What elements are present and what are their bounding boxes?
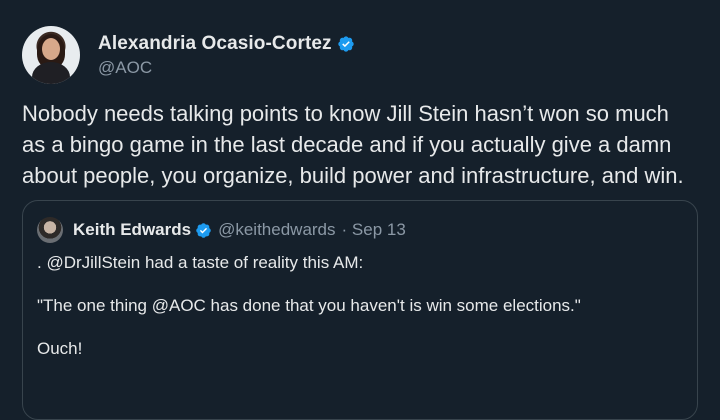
quoted-author-display-name: Keith Edwards [73, 220, 192, 239]
quoted-author-handle: @keithedwards [218, 220, 336, 239]
tweet-card: Alexandria Ocasio-Cortez @AOC Nobody nee… [0, 0, 720, 420]
quoted-text-line: . @DrJillStein had a taste of reality th… [37, 253, 364, 272]
quoted-tweet-header: Keith Edwards @keithedwards · Sep 13 [37, 217, 406, 243]
tweet-header: Alexandria Ocasio-Cortez @AOC [22, 26, 355, 84]
author-display-name[interactable]: Alexandria Ocasio-Cortez [98, 33, 332, 55]
author-names: Alexandria Ocasio-Cortez @AOC [98, 33, 355, 78]
author-avatar[interactable] [22, 26, 80, 84]
quoted-text-line: Ouch! [37, 339, 83, 358]
quoted-tweet-date[interactable]: · Sep 13 [342, 220, 406, 240]
verified-badge-icon [337, 35, 354, 52]
quoted-tweet-text: . @DrJillStein had a taste of reality th… [37, 251, 677, 360]
author-handle[interactable]: @AOC [98, 58, 355, 78]
quoted-text-line: "The one thing @AOC has done that you ha… [37, 296, 581, 315]
quoted-author-avatar [37, 217, 63, 243]
display-name-row: Alexandria Ocasio-Cortez [98, 33, 355, 55]
quoted-verified-badge-icon [196, 222, 211, 238]
quoted-tweet[interactable]: Keith Edwards @keithedwards · Sep 13 . @… [22, 200, 698, 420]
tweet-text: Nobody needs talking points to know Jill… [22, 101, 684, 188]
